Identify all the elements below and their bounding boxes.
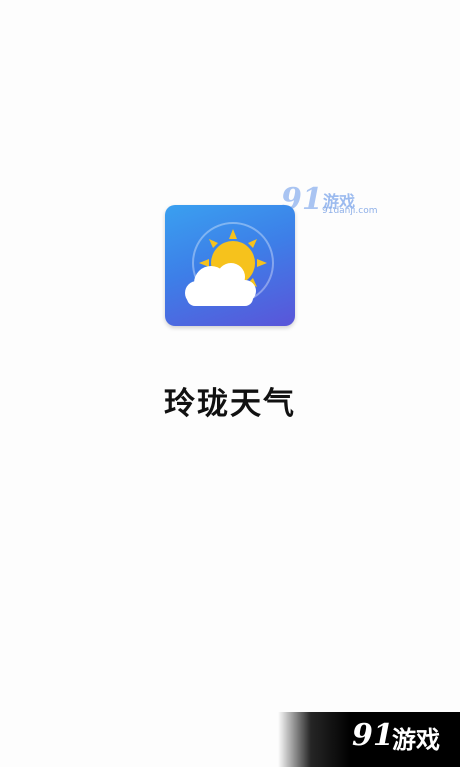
app-icon: [165, 205, 295, 326]
splash-screen: 91 游戏 91danji.com 玲珑天气 91 游戏: [0, 0, 460, 767]
weather-sun-cloud-icon: [185, 222, 274, 306]
corner-watermark-number: 91: [352, 718, 394, 753]
corner-watermark-brand: 游戏: [392, 726, 440, 754]
watermark-site: 91danji.com: [322, 206, 378, 216]
app-name: 玲珑天气: [164, 386, 296, 422]
